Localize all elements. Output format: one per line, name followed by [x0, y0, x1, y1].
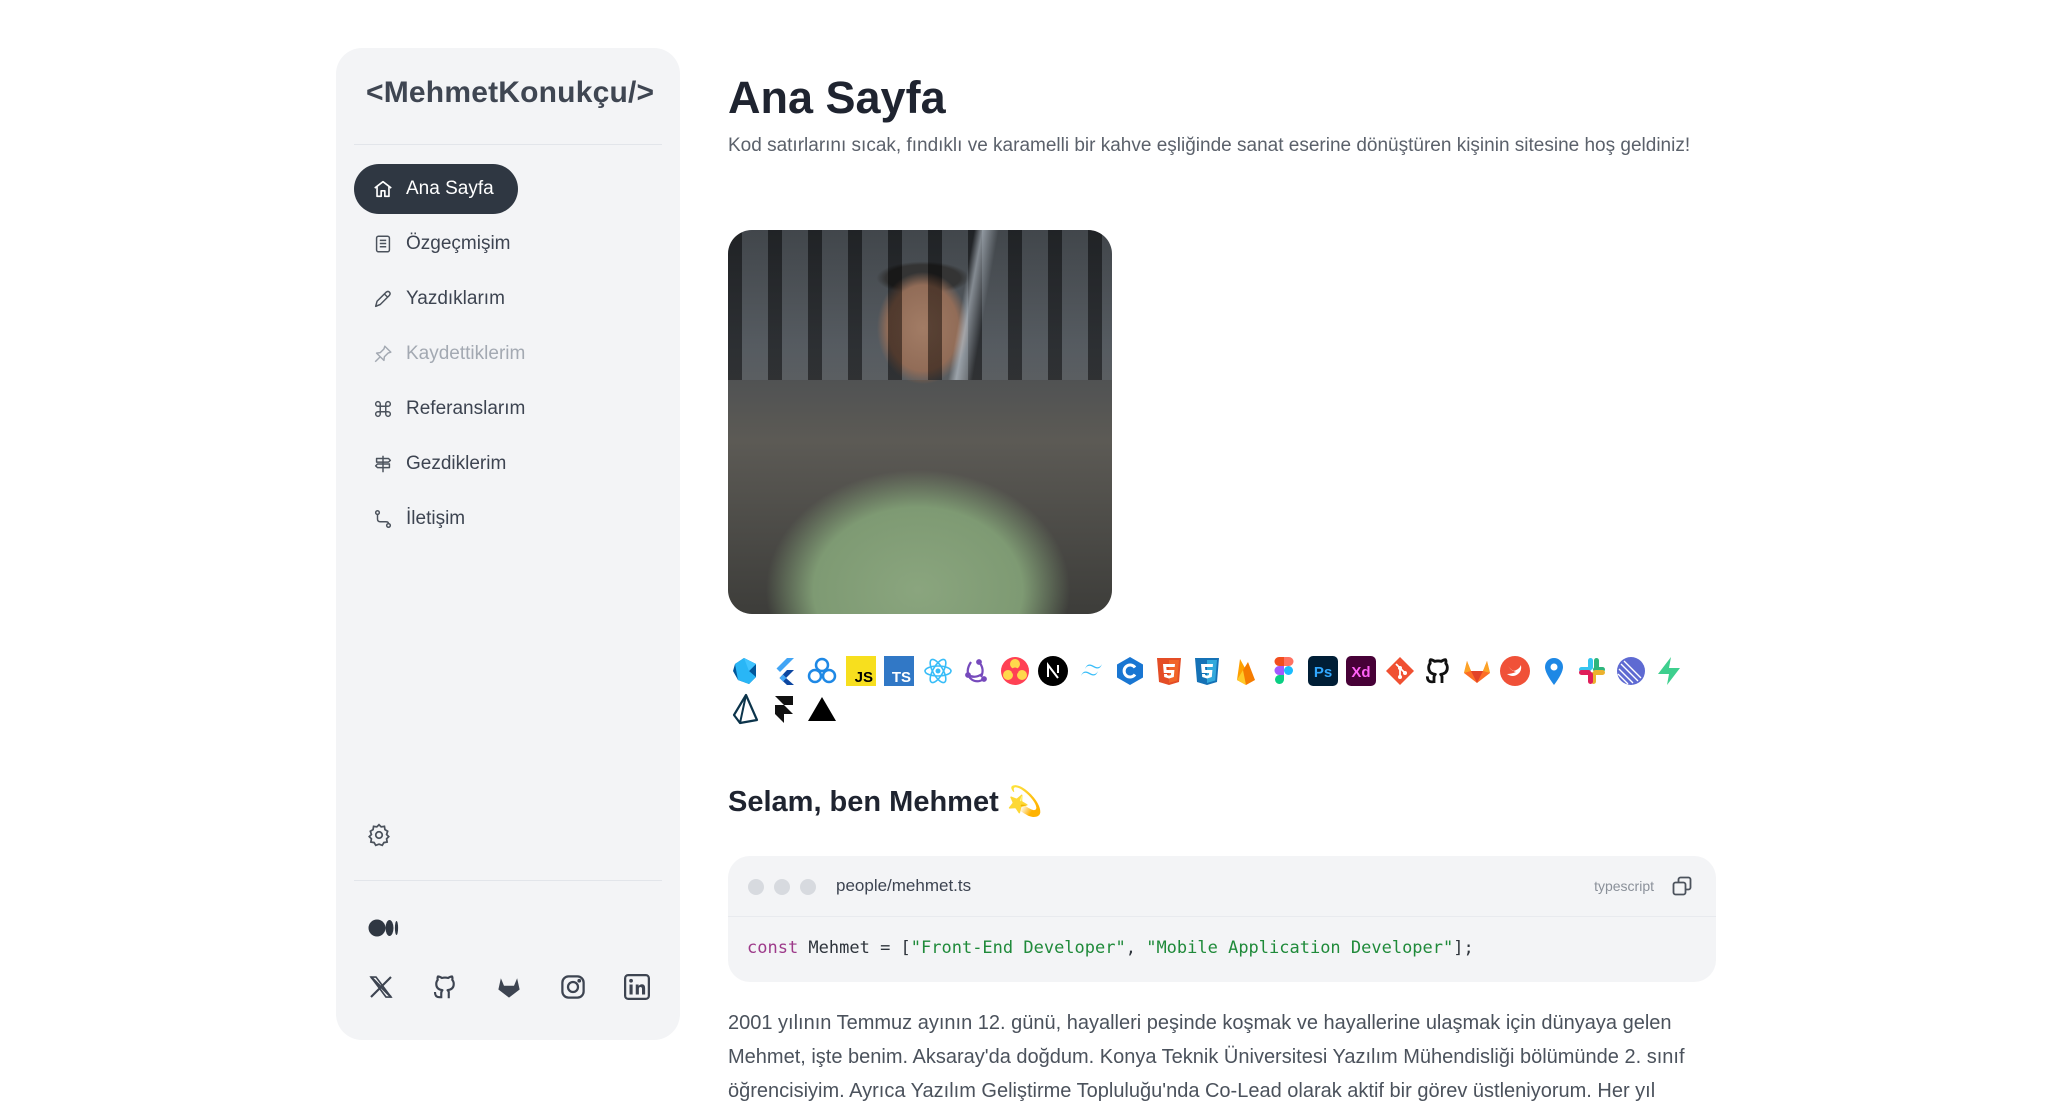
code-block-header: people/mehmet.ts typescript [728, 856, 1716, 917]
figma-icon [1267, 654, 1301, 688]
sidebar-item-label: Özgeçmişim [406, 233, 511, 254]
sidebar-item-yazdiklarim[interactable]: Yazdıklarım [354, 274, 523, 324]
intro-paragraph: 2001 yılının Temmuz ayının 12. günü, hay… [728, 1012, 1685, 1102]
gear-icon[interactable] [366, 822, 392, 848]
sidebar-item-label: Gezdiklerim [406, 453, 507, 474]
signpost-icon [374, 455, 392, 473]
instagram-icon[interactable] [558, 972, 588, 1002]
sidebar-item-gezdiklerim[interactable]: Gezdiklerim [354, 439, 524, 489]
tailwind-icon [1075, 654, 1109, 688]
sidebar-item-ozgecmisim[interactable]: Özgeçmişim [354, 219, 529, 269]
flutter-icon [767, 654, 801, 688]
sidebar-item-iletisim[interactable]: İletişim [354, 494, 483, 544]
code-identifier: Mehmet = [ [798, 938, 911, 958]
c-icon [1113, 654, 1147, 688]
code-filename: people/mehmet.ts [836, 876, 972, 895]
sidebar-item-kaydettiklerim[interactable]: Kaydettiklerim [354, 329, 543, 379]
sidebar-nav: Ana Sayfa Özgeçmişim Yazdıklarım Kaydett… [354, 164, 662, 549]
vercel-icon [805, 692, 839, 726]
linear-icon [1614, 654, 1648, 688]
javascript-icon: JS [844, 654, 878, 688]
medium-icon[interactable] [368, 918, 400, 938]
riverpod-icon [805, 654, 839, 688]
location-icon [1537, 654, 1571, 688]
brand-logo-text[interactable]: <MehmetKonukçu/> [366, 76, 654, 110]
code-keyword: const [747, 938, 799, 958]
tech-stack-icons: JS TS Ps Xd [728, 654, 1718, 726]
sidebar: <MehmetKonukçu/> Ana Sayfa Özgeçmişim Ya… [336, 48, 680, 1040]
nextjs-icon [1036, 654, 1070, 688]
prisma-icon [728, 692, 762, 726]
svg-text:JS: JS [854, 669, 872, 686]
command-icon [374, 400, 392, 418]
window-dot [774, 879, 790, 895]
code-separator: , [1125, 938, 1147, 958]
sidebar-divider-top [354, 144, 662, 145]
code-block: people/mehmet.ts typescript const Mehmet… [728, 856, 1716, 982]
supabase-icon [1652, 654, 1686, 688]
sidebar-divider-bottom [354, 880, 662, 881]
sidebar-item-label: Kaydettiklerim [406, 343, 526, 364]
code-string: "Mobile Application Developer" [1146, 938, 1454, 958]
linkedin-icon[interactable] [622, 972, 652, 1002]
css3-icon [1190, 654, 1224, 688]
github-icon [1421, 654, 1455, 688]
sidebar-item-referanslarim[interactable]: Referanslarım [354, 384, 543, 434]
adobe-xd-icon: Xd [1344, 654, 1378, 688]
sidebar-item-ana-sayfa[interactable]: Ana Sayfa [354, 164, 518, 214]
redux-icon [959, 654, 993, 688]
social-links [366, 972, 652, 1002]
window-dot [800, 879, 816, 895]
git-icon [1383, 654, 1417, 688]
sidebar-item-label: Ana Sayfa [406, 178, 494, 199]
gitlab-icon [1460, 654, 1494, 688]
profile-photo [728, 230, 1112, 614]
window-dot [748, 879, 764, 895]
page-subtitle: Kod satırlarını sıcak, fındıklı ve karam… [728, 135, 1691, 156]
code-line: const Mehmet = ["Front-End Developer", "… [747, 938, 1474, 958]
github-icon[interactable] [430, 972, 460, 1002]
copy-icon[interactable] [1670, 874, 1694, 898]
react-icon [921, 654, 955, 688]
home-icon [374, 180, 392, 198]
sidebar-item-label: Referanslarım [406, 398, 526, 419]
sidebar-item-label: Yazdıklarım [406, 288, 505, 309]
swift-icon [1498, 654, 1532, 688]
svg-text:Ps: Ps [1313, 664, 1331, 681]
pen-icon [374, 290, 391, 308]
pin-icon [374, 345, 392, 363]
framer-icon [767, 692, 801, 726]
dart-icon [728, 654, 762, 688]
route-icon [374, 510, 392, 528]
slack-icon [1575, 654, 1609, 688]
firebase-icon [1229, 654, 1263, 688]
document-icon [375, 235, 391, 253]
code-string: "Front-End Developer" [910, 938, 1126, 958]
svg-text:Xd: Xd [1351, 664, 1370, 681]
sidebar-item-label: İletişim [406, 508, 466, 529]
x-icon[interactable] [366, 972, 396, 1002]
gitlab-icon[interactable] [494, 972, 524, 1002]
code-language: typescript [1594, 878, 1654, 894]
section-title: Selam, ben Mehmet 💫 [728, 786, 1043, 818]
typescript-icon: TS [882, 654, 916, 688]
html5-icon [1152, 654, 1186, 688]
react-query-icon [998, 654, 1032, 688]
photoshop-icon: Ps [1306, 654, 1340, 688]
svg-text:TS: TS [892, 669, 911, 686]
page-title: Ana Sayfa [728, 72, 946, 123]
code-end: ]; [1453, 938, 1474, 958]
